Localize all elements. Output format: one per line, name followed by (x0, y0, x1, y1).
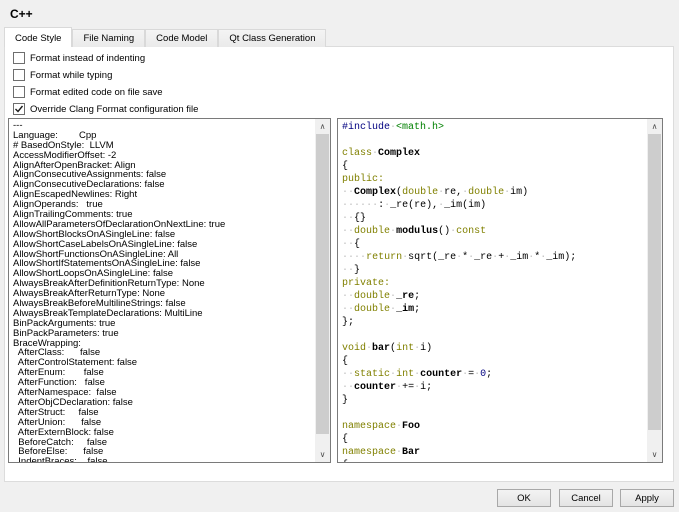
checkbox-label: Format while typing (30, 69, 113, 81)
code-line: namespace·Bar (342, 447, 421, 458)
cancel-button[interactable]: Cancel (559, 489, 613, 507)
code-line: namespace·Foo (342, 421, 421, 432)
tab-file-naming[interactable]: File Naming (72, 29, 146, 47)
checkbox-label: Format edited code on file save (30, 86, 163, 98)
clang-config-editor[interactable]: --- Language: Cpp # BasedOnStyle: LLVM Acce… (8, 118, 331, 463)
checkbox-label: Format instead of indenting (30, 52, 146, 64)
tab-code-model[interactable]: Code Model (145, 29, 219, 47)
code-line: ··} (342, 265, 361, 276)
code-line: { (342, 434, 349, 445)
config-scrollbar[interactable]: ∧ ∨ (315, 119, 330, 462)
code-line: { (342, 161, 349, 172)
code-line: } (342, 395, 349, 406)
config-scrollbar-thumb[interactable] (316, 134, 329, 434)
code-line: ··Complex(double·re,·double·im) (342, 187, 529, 198)
scroll-down-icon[interactable]: ∨ (315, 447, 330, 462)
tab-qt-class-generation[interactable]: Qt Class Generation (218, 29, 327, 47)
clang-config-text: --- Language: Cpp # BasedOnStyle: LLVM Acce… (9, 119, 315, 462)
code-line: ··double·modulus()·const (342, 226, 487, 237)
checkbox-label: Override Clang Format configuration file (30, 103, 199, 115)
preview-scrollbar-thumb[interactable] (648, 134, 661, 430)
code-line: { (342, 459, 647, 462)
code-line: ··double·_im; (342, 304, 421, 315)
code-line: }; (342, 317, 355, 328)
code-preview-text: #include·<math.h> class·Complex { public: ·… (338, 119, 647, 462)
cpp-code-style-dialog: C++ Code Style File Naming Code Model Qt Cl… (0, 0, 679, 512)
tab-code-style[interactable]: Code Style (4, 27, 73, 47)
ok-button[interactable]: OK (497, 489, 551, 507)
code-line: ··{ (342, 239, 361, 250)
code-line: ··static·int·counter·=·0; (342, 369, 493, 380)
code-line: void·bar(int·i) (342, 343, 433, 354)
scroll-up-icon[interactable]: ∧ (647, 119, 662, 134)
code-line: ··{} (342, 213, 367, 224)
checkbox-row-format-instead-of-indenting[interactable]: Format instead of indenting (13, 51, 145, 65)
tab-bar: Code Style File Naming Code Model Qt Class … (4, 27, 327, 47)
code-line: ······:·_re(re),·_im(im) (342, 200, 487, 211)
checkbox-checked-icon[interactable] (13, 103, 25, 115)
code-preview-editor[interactable]: #include·<math.h> class·Complex { public: ·… (337, 118, 663, 463)
checkbox-row-format-on-save[interactable]: Format edited code on file save (13, 85, 163, 99)
config-line: IndentBraces: false (13, 456, 108, 462)
code-line: ··counter·+=·i; (342, 382, 433, 393)
checkbox-unchecked-icon[interactable] (13, 69, 25, 81)
scroll-up-icon[interactable]: ∧ (315, 119, 330, 134)
scroll-down-icon[interactable]: ∨ (647, 447, 662, 462)
code-line: ····return·sqrt(_re·*·_re·+·_im·*·_im); (342, 252, 577, 263)
code-line: { (342, 356, 349, 367)
code-line: class·Complex (342, 148, 421, 159)
checkbox-row-override-clang-format[interactable]: Override Clang Format configuration file (13, 102, 198, 116)
apply-button[interactable]: Apply (620, 489, 674, 507)
code-line: private: (342, 278, 391, 289)
checkbox-unchecked-icon[interactable] (13, 52, 25, 64)
page-title: C++ (10, 7, 33, 21)
code-line: public: (342, 174, 385, 185)
code-line: #include·<math.h> (342, 122, 445, 133)
checkbox-row-format-while-typing[interactable]: Format while typing (13, 68, 112, 82)
checkbox-unchecked-icon[interactable] (13, 86, 25, 98)
preview-scrollbar[interactable]: ∧ ∨ (647, 119, 662, 462)
code-line: ··double·_re; (342, 291, 421, 302)
